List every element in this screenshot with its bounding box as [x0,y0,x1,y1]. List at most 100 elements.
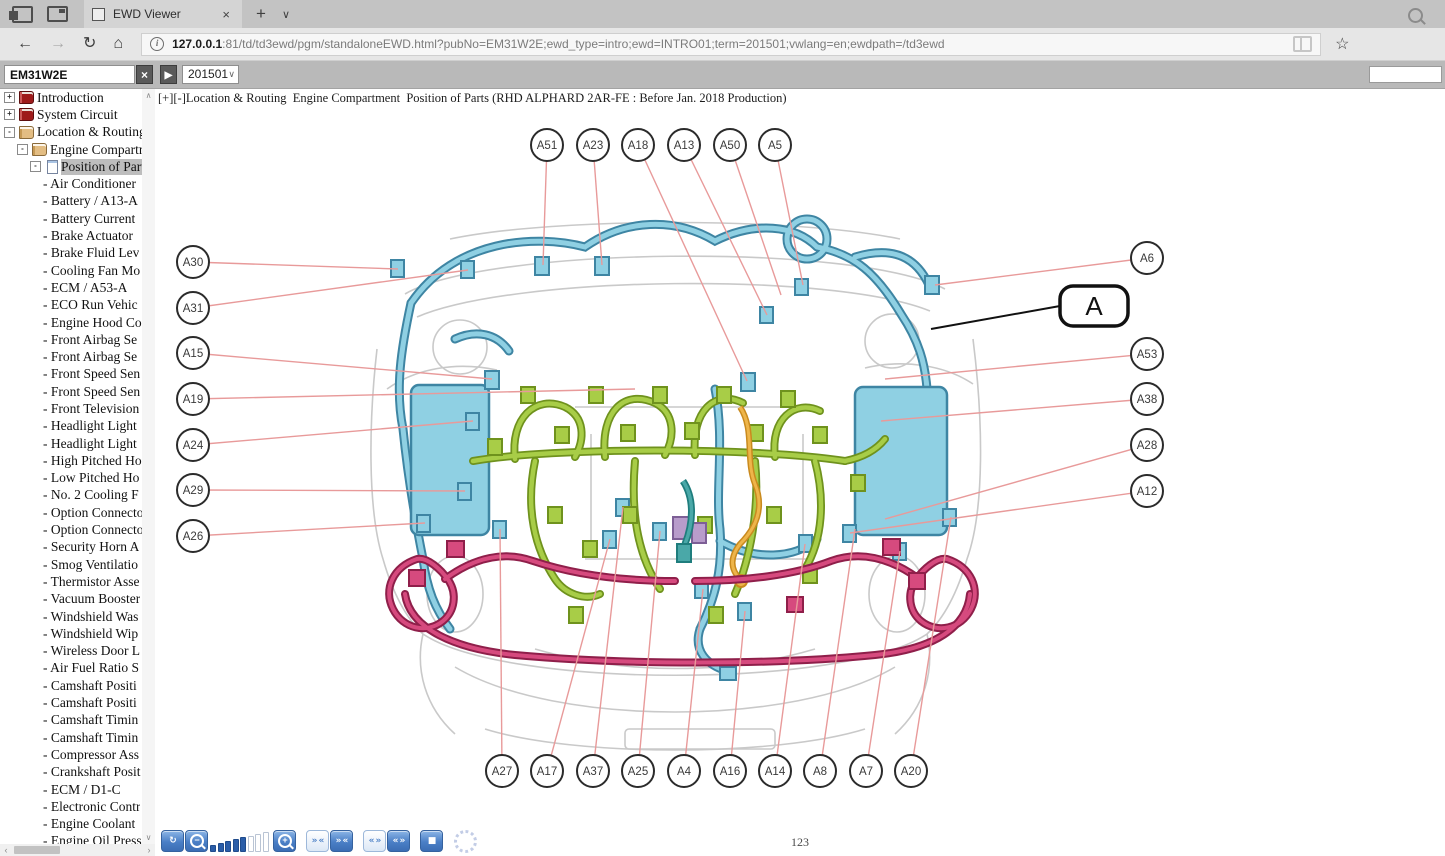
tree-item[interactable]: - Thermistor Asse [0,573,155,590]
pub-close-button[interactable]: × [136,65,153,84]
callout-A17[interactable]: A17 [531,755,563,787]
tree-item-label[interactable]: - Electronic Contr [43,799,140,815]
callout-A25[interactable]: A25 [622,755,654,787]
tree-item[interactable]: + Introduction [0,89,155,106]
callout-A16[interactable]: A16 [714,755,746,787]
refresh-view-button[interactable]: ↻ [161,830,184,852]
tree-item-label[interactable]: Introduction [37,90,104,106]
tree-item-label[interactable]: Engine Compartment [50,142,155,158]
tree-item[interactable]: - Cooling Fan Mo [0,262,155,279]
tree-item[interactable]: - Engine Coolant [0,815,155,832]
tree-item-label[interactable]: - Compressor Ass [43,747,139,763]
callout-A8[interactable]: A8 [804,755,836,787]
tree-item-label[interactable]: - Windshield Wip [43,626,138,642]
callout-A24[interactable]: A24 [177,429,209,461]
refresh-button[interactable]: ↻ [83,36,96,52]
tree-item[interactable]: - Smog Ventilatio [0,556,155,573]
callout-A37[interactable]: A37 [577,755,609,787]
search-icon[interactable] [1408,8,1423,23]
tree-item-label[interactable]: - ECO Run Vehic [43,297,138,313]
callout-A19[interactable]: A19 [177,383,209,415]
tree-item-label[interactable]: - Low Pitched Ho [43,470,139,486]
tree-item-label[interactable]: - Battery / A13-A [43,193,138,209]
scroll-left-icon[interactable]: ‹ [0,845,12,855]
callout-A18[interactable]: A18 [622,129,654,161]
tree-item[interactable]: - Compressor Ass [0,746,155,763]
callout-A29[interactable]: A29 [177,474,209,506]
tree-item-label[interactable]: System Circuit [37,107,118,123]
expand-icon[interactable]: + [4,109,15,120]
tree-item[interactable]: - ECO Run Vehic [0,297,155,314]
tree-item-label[interactable]: - No. 2 Cooling F [43,487,139,503]
prev-page-button[interactable]: « » [363,830,386,852]
scrollbar-thumb[interactable] [14,846,60,854]
tree-item[interactable]: - Vacuum Booster [0,591,155,608]
tree-item-label[interactable]: - Engine Coolant [43,816,135,832]
collapse-icon[interactable]: - [17,144,28,155]
callout-A26[interactable]: A26 [177,520,209,552]
term-select[interactable]: 201501 [182,65,239,84]
tab-preview-icon[interactable] [47,6,68,22]
tree-item[interactable]: - Windshield Was [0,608,155,625]
expand-icon[interactable]: + [4,92,15,103]
callout-A23[interactable]: A23 [577,129,609,161]
set-tabs-aside-icon[interactable] [12,6,33,23]
callout-A14[interactable]: A14 [759,755,791,787]
tree-item[interactable]: - Camshaft Positi [0,694,155,711]
tree-item[interactable]: - ECM / D1-C [0,781,155,798]
tree-item-label[interactable]: - Option Connecto [43,505,144,521]
tree-item[interactable]: - Battery / A13-A [0,193,155,210]
favorites-star-icon[interactable]: ☆ [1335,34,1349,54]
tree-item[interactable]: -Position of Parts [0,158,155,175]
tree-item[interactable]: - Front Airbag Se [0,348,155,365]
tree-item[interactable]: - Engine Hood Co [0,314,155,331]
tree-item[interactable]: - Wireless Door L [0,643,155,660]
tab-close-icon[interactable]: × [218,5,234,24]
tree-item[interactable]: - Headlight Light [0,435,155,452]
site-info-icon[interactable]: i [150,37,164,51]
tree-item[interactable]: - Electronic Contr [0,798,155,815]
tree-item[interactable]: - Battery Current [0,210,155,227]
tree-item-label[interactable]: - Air Conditioner [43,176,136,192]
callout-A4[interactable]: A4 [668,755,700,787]
next-match-button[interactable]: » « [330,830,353,852]
tree-item[interactable]: - Engine Compartment [0,141,155,158]
stop-button[interactable]: ■ [420,830,443,852]
tabs-menu-chevron-icon[interactable]: ∨ [282,8,290,21]
tree-item-label[interactable]: Position of Parts [61,159,150,175]
callout-A5[interactable]: A5 [759,129,791,161]
tree-item[interactable]: - Camshaft Timin [0,712,155,729]
tree-item-label[interactable]: - Front Airbag Se [43,349,137,365]
tree-item[interactable]: - Camshaft Timin [0,729,155,746]
tree-vertical-scrollbar[interactable]: ∧ ∨ [142,89,155,844]
tree-item[interactable]: - Air Conditioner [0,175,155,192]
callout-A6[interactable]: A6 [1131,242,1163,274]
browser-tab[interactable]: EWD Viewer × [84,0,242,28]
tree-item-label[interactable]: - Camshaft Positi [43,695,137,711]
tree-item-label[interactable]: - Headlight Light [43,418,137,434]
tree-item[interactable]: - Option Connecto [0,504,155,521]
tree-item[interactable]: - Front Airbag Se [0,331,155,348]
tree-item-label[interactable]: - Front Speed Sen [43,366,140,382]
tree-item-label[interactable]: - Cooling Fan Mo [43,263,140,279]
tree-item-label[interactable]: - Vacuum Booster [43,591,140,607]
callout-A7[interactable]: A7 [850,755,882,787]
home-button[interactable]: ⌂ [113,36,123,52]
tree-item-label[interactable]: - Brake Fluid Lev [43,245,139,261]
callout-A12[interactable]: A12 [1131,475,1163,507]
tree-item-label[interactable]: - Brake Actuator [43,228,133,244]
tree-item-label[interactable]: - Camshaft Timin [43,730,138,746]
zoom-in-button[interactable]: + [273,830,296,852]
tree-item-label[interactable]: - Crankshaft Posit [43,764,141,780]
callout-A53[interactable]: A53 [1131,338,1163,370]
search-field[interactable] [1369,66,1442,83]
tree-item[interactable]: - High Pitched Ho [0,452,155,469]
tree-item-label[interactable]: - Thermistor Asse [43,574,140,590]
tree-item-label[interactable]: - Air Fuel Ratio S [43,660,139,676]
tree-item[interactable]: - Headlight Light [0,418,155,435]
go-button[interactable]: ▶ [160,65,177,84]
tree-item[interactable]: - Front Speed Sen [0,366,155,383]
tree-item-label[interactable]: - Front Television [43,401,139,417]
tree-item-label[interactable]: - Battery Current [43,211,135,227]
callout-A30[interactable]: A30 [177,246,209,278]
